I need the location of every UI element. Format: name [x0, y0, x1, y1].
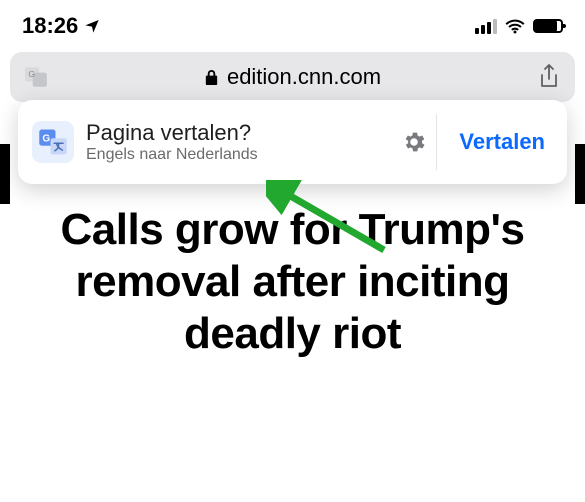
- translate-popup-subtitle: Engels naar Nederlands: [86, 146, 392, 164]
- translate-action-button[interactable]: Vertalen: [437, 129, 567, 155]
- google-translate-icon: G: [32, 121, 74, 163]
- status-time: 18:26: [22, 13, 78, 39]
- article-headline: Calls grow for Trump's removal after inc…: [0, 204, 585, 360]
- status-bar-right: [475, 18, 563, 34]
- translate-popup-text: Pagina vertalen? Engels naar Nederlands: [86, 120, 392, 164]
- svg-text:G: G: [28, 69, 35, 79]
- url-text: edition.cnn.com: [227, 64, 381, 90]
- translate-settings-button[interactable]: [392, 129, 436, 155]
- svg-text:G: G: [42, 133, 50, 144]
- translate-extension-icon[interactable]: G: [22, 63, 50, 91]
- url-bar[interactable]: G edition.cnn.com: [10, 52, 575, 102]
- status-bar: 18:26: [0, 0, 585, 48]
- translate-popup-title: Pagina vertalen?: [86, 120, 392, 145]
- battery-icon: [533, 19, 563, 33]
- lock-icon: [204, 69, 219, 86]
- wifi-icon: [504, 18, 526, 34]
- cellular-icon: [475, 18, 497, 34]
- location-icon: [84, 18, 100, 34]
- gear-icon: [401, 129, 427, 155]
- translate-popup: G Pagina vertalen? Engels naar Nederland…: [18, 100, 567, 184]
- url-display[interactable]: edition.cnn.com: [62, 64, 523, 90]
- share-button[interactable]: [535, 63, 563, 91]
- status-bar-left: 18:26: [22, 13, 100, 39]
